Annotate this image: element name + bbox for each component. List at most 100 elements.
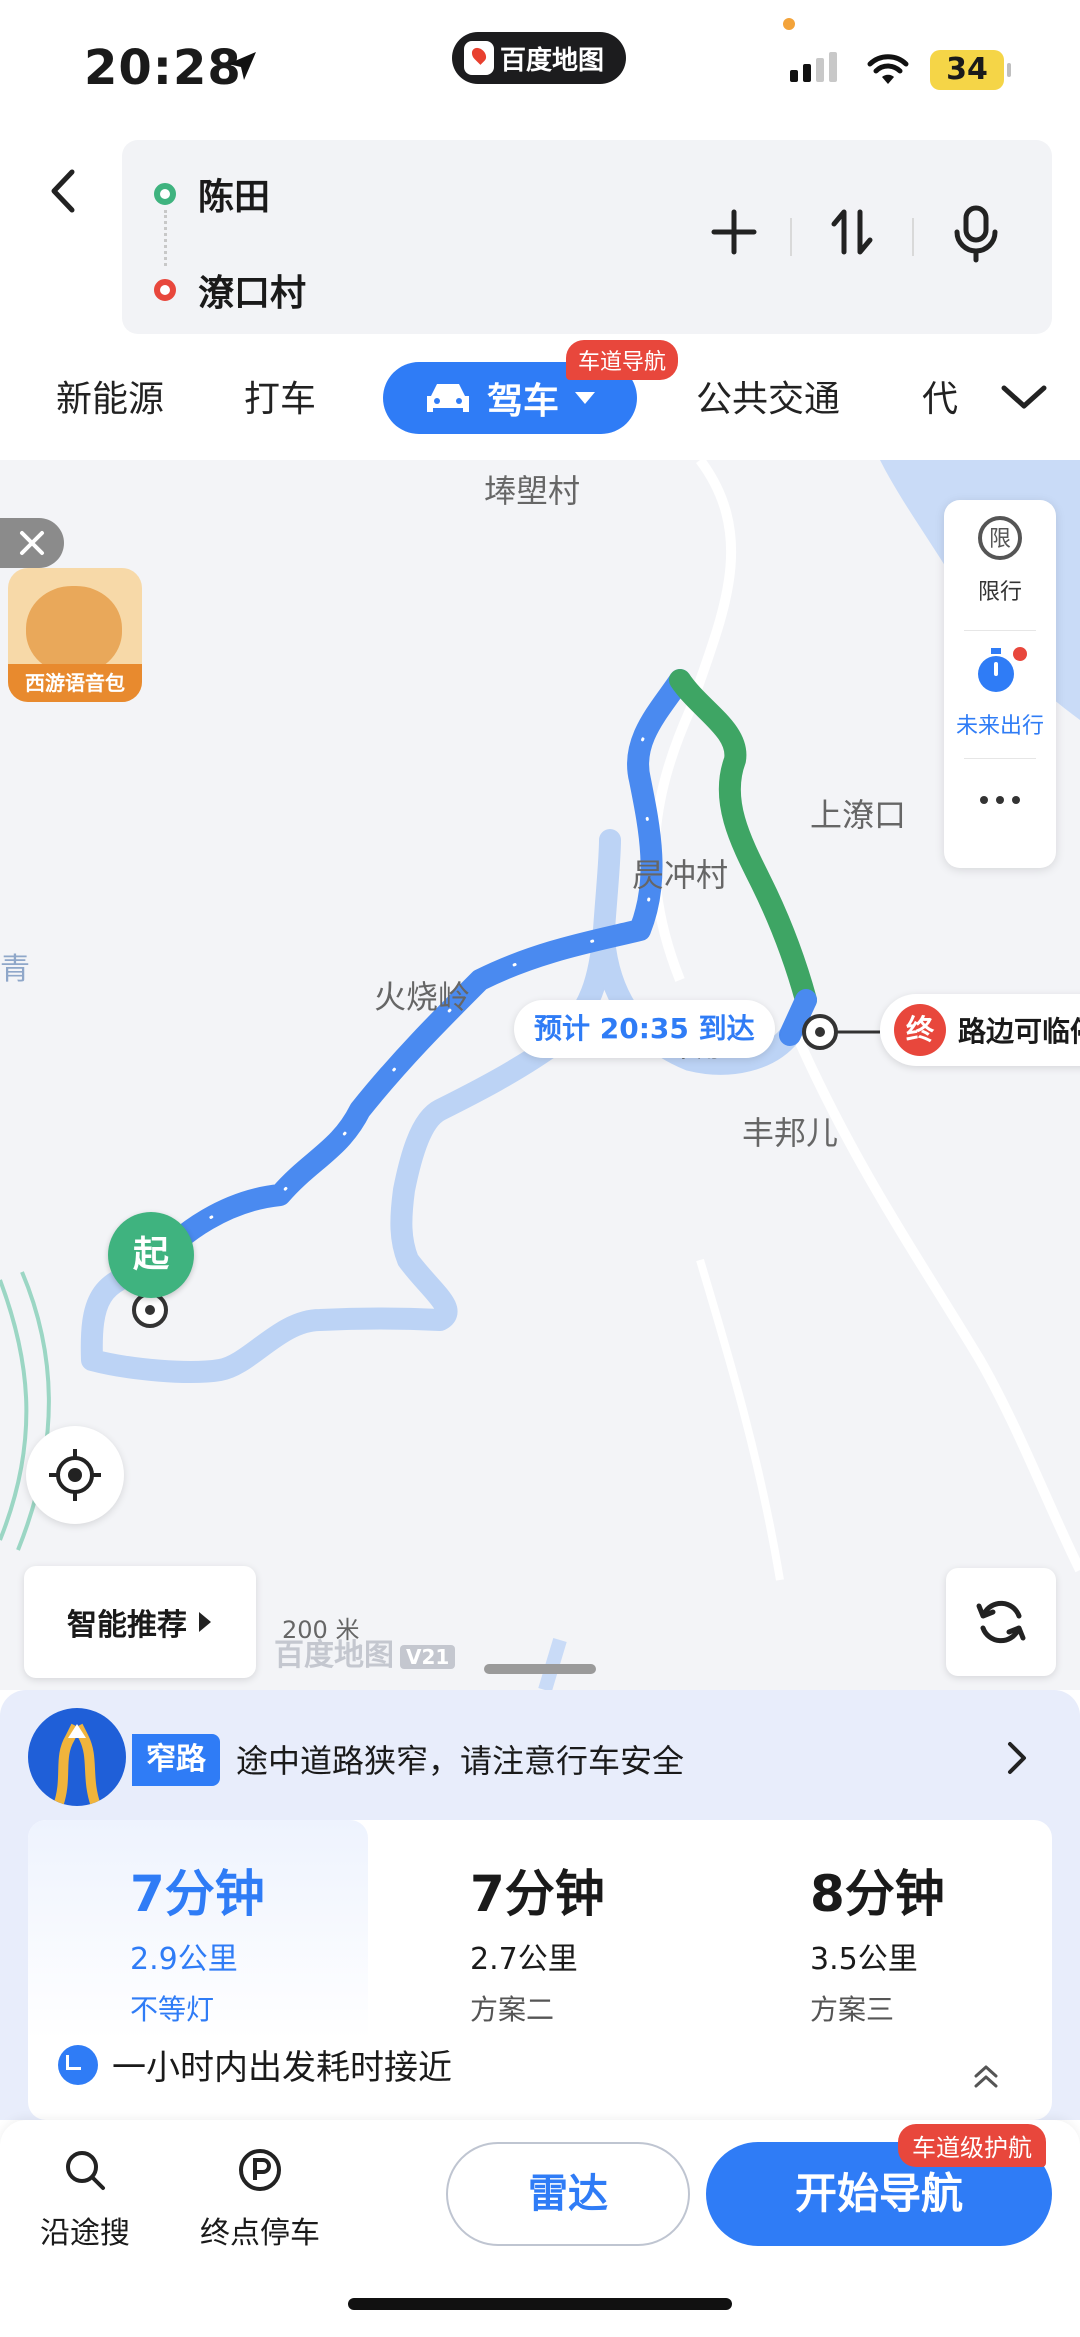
end-dot-icon <box>154 279 176 301</box>
close-voice-pack-button[interactable] <box>0 518 64 568</box>
departure-time-note[interactable]: 一小时内出发耗时接近 <box>28 2040 1052 2089</box>
watermark-text: 百度地图 <box>274 1638 394 1673</box>
tab-drive-label: 驾车 <box>486 381 559 422</box>
monkey-king-icon <box>26 586 122 674</box>
end-point-field[interactable]: 潦口村 <box>154 264 306 316</box>
route-distance: 3.5公里 <box>810 1942 918 1977</box>
route-map-canvas <box>0 460 1080 1690</box>
route-option-2[interactable]: 7分钟 2.7公里 方案二 <box>368 1820 708 2040</box>
route-distance: 2.7公里 <box>470 1942 578 1977</box>
route-option-3[interactable]: 8分钟 3.5公里 方案三 <box>708 1820 1048 2040</box>
caret-right-icon <box>199 1612 211 1632</box>
app-indicator-pill[interactable]: 百度地图 <box>452 32 626 84</box>
route-tag: 不等灯 <box>130 1993 215 2026</box>
route-connector <box>164 210 167 266</box>
radar-button[interactable]: 雷达 <box>446 2142 690 2246</box>
destination-callout-label: 路边可临停 <box>958 1015 1080 1048</box>
destination-marker: 终 <box>894 1004 946 1056</box>
tab-new-energy[interactable]: 新能源 <box>56 370 164 422</box>
status-time: 20:28 <box>84 40 242 96</box>
double-chevron-up-icon[interactable] <box>972 2062 1000 2090</box>
narrow-road-warning[interactable]: 途中道路狭窄，请注意行车安全 <box>236 1736 684 1782</box>
tab-more-partial[interactable]: 代 <box>922 370 964 422</box>
route-tag: 方案二 <box>470 1993 555 2026</box>
restriction-button[interactable]: 限 限行 <box>944 514 1056 606</box>
start-point-label: 陈田 <box>198 177 271 218</box>
departure-note-text: 一小时内出发耗时接近 <box>112 2048 452 2088</box>
refresh-route-button[interactable] <box>946 1568 1056 1676</box>
back-chevron-icon[interactable] <box>44 166 84 216</box>
baidu-map-logo-icon <box>464 41 494 75</box>
parking-icon <box>239 2149 281 2191</box>
smart-recommend-button[interactable]: 智能推荐 <box>24 1566 256 1678</box>
route-time: 8分钟 <box>810 1865 945 1923</box>
voice-pack-avatar[interactable]: 西游语音包 <box>8 568 142 702</box>
travel-mode-tabs: 新能源 打车 驾车 公共交通 代 <box>0 340 1080 460</box>
divider <box>964 630 1036 631</box>
route-option-1[interactable]: 7分钟 2.9公里 不等灯 <box>28 1820 368 2040</box>
chevron-down-icon[interactable] <box>1000 382 1048 412</box>
smart-recommend-label: 智能推荐 <box>67 1608 187 1643</box>
route-tag: 方案三 <box>810 1993 895 2026</box>
end-point-label: 潦口村 <box>198 273 307 314</box>
cellular-signal-icon <box>790 52 837 82</box>
sheet-drag-handle[interactable] <box>484 1664 596 1674</box>
app-name: 百度地图 <box>500 45 605 76</box>
destination-pin-icon <box>802 1014 880 1050</box>
place-label: 青 <box>0 952 30 987</box>
divider <box>790 218 792 256</box>
svg-text:限: 限 <box>989 527 1011 552</box>
search-along-route-button[interactable]: 沿途搜 <box>40 2148 130 2252</box>
status-bar: 20:28 百度地图 34 <box>0 0 1080 130</box>
map-tool-panel: 限 限行 未来出行 <box>944 500 1056 868</box>
start-point-field[interactable]: 陈田 <box>154 168 270 220</box>
chevron-right-icon[interactable] <box>1006 1740 1028 1776</box>
restriction-label: 限行 <box>977 580 1022 605</box>
narrow-road-icon <box>28 1708 126 1806</box>
restriction-icon: 限 <box>978 516 1022 560</box>
more-dots-icon <box>980 796 1020 804</box>
route-time: 7分钟 <box>470 1865 605 1923</box>
clock-icon <box>58 2044 98 2085</box>
location-arrow-icon <box>228 52 256 80</box>
lane-nav-badge: 车道导航 <box>566 340 679 380</box>
destination-callout[interactable]: 终 路边可临停 <box>880 994 1080 1066</box>
swap-route-icon[interactable] <box>824 204 880 260</box>
add-waypoint-icon[interactable] <box>706 204 762 260</box>
future-trip-label: 未来出行 <box>955 714 1044 739</box>
destination-parking-label: 终点停车 <box>200 2216 320 2251</box>
start-dot-icon <box>154 183 176 205</box>
route-time: 7分钟 <box>130 1865 265 1923</box>
place-label: 火烧岭 <box>374 978 471 1016</box>
more-options-button[interactable] <box>944 790 1056 816</box>
car-icon <box>426 384 469 412</box>
caret-down-icon <box>575 392 595 404</box>
battery-indicator: 34 <box>930 50 1011 90</box>
search-along-route-label: 沿途搜 <box>40 2216 130 2251</box>
wifi-icon <box>867 54 909 84</box>
map-view[interactable]: 埲塱村 上潦口 昃冲村 火烧岭 山嘴 丰邦儿 青 西游语音包 限 限行 未来出行… <box>0 460 1080 1690</box>
place-label: 丰邦儿 <box>742 1114 839 1152</box>
tab-public-transit[interactable]: 公共交通 <box>696 370 840 422</box>
tab-taxi[interactable]: 打车 <box>244 370 316 422</box>
watermark-version: V21 <box>400 1644 456 1669</box>
route-input-box: 陈田 潦口村 <box>122 140 1052 334</box>
destination-parking-button[interactable]: 终点停车 <box>200 2148 320 2252</box>
crosshair-icon <box>49 1449 101 1501</box>
divider <box>912 218 914 256</box>
place-label: 上潦口 <box>810 796 907 834</box>
eta-callout: 预计 20:35 到达 <box>514 1000 775 1058</box>
stopwatch-icon <box>978 647 1027 692</box>
narrow-road-tag: 窄路 <box>132 1734 220 1786</box>
place-label: 埲塱村 <box>484 472 581 510</box>
divider <box>964 758 1036 759</box>
close-icon <box>20 531 44 555</box>
start-marker: 起 <box>108 1212 194 1298</box>
home-indicator[interactable] <box>348 2298 732 2310</box>
lane-escort-badge: 车道级护航 <box>898 2124 1046 2167</box>
microphone-icon[interactable] <box>948 204 1004 264</box>
search-icon <box>66 2151 105 2190</box>
place-label: 昃冲村 <box>632 856 729 894</box>
locate-me-button[interactable] <box>26 1426 124 1524</box>
future-trip-button[interactable]: 未来出行 <box>944 644 1056 740</box>
